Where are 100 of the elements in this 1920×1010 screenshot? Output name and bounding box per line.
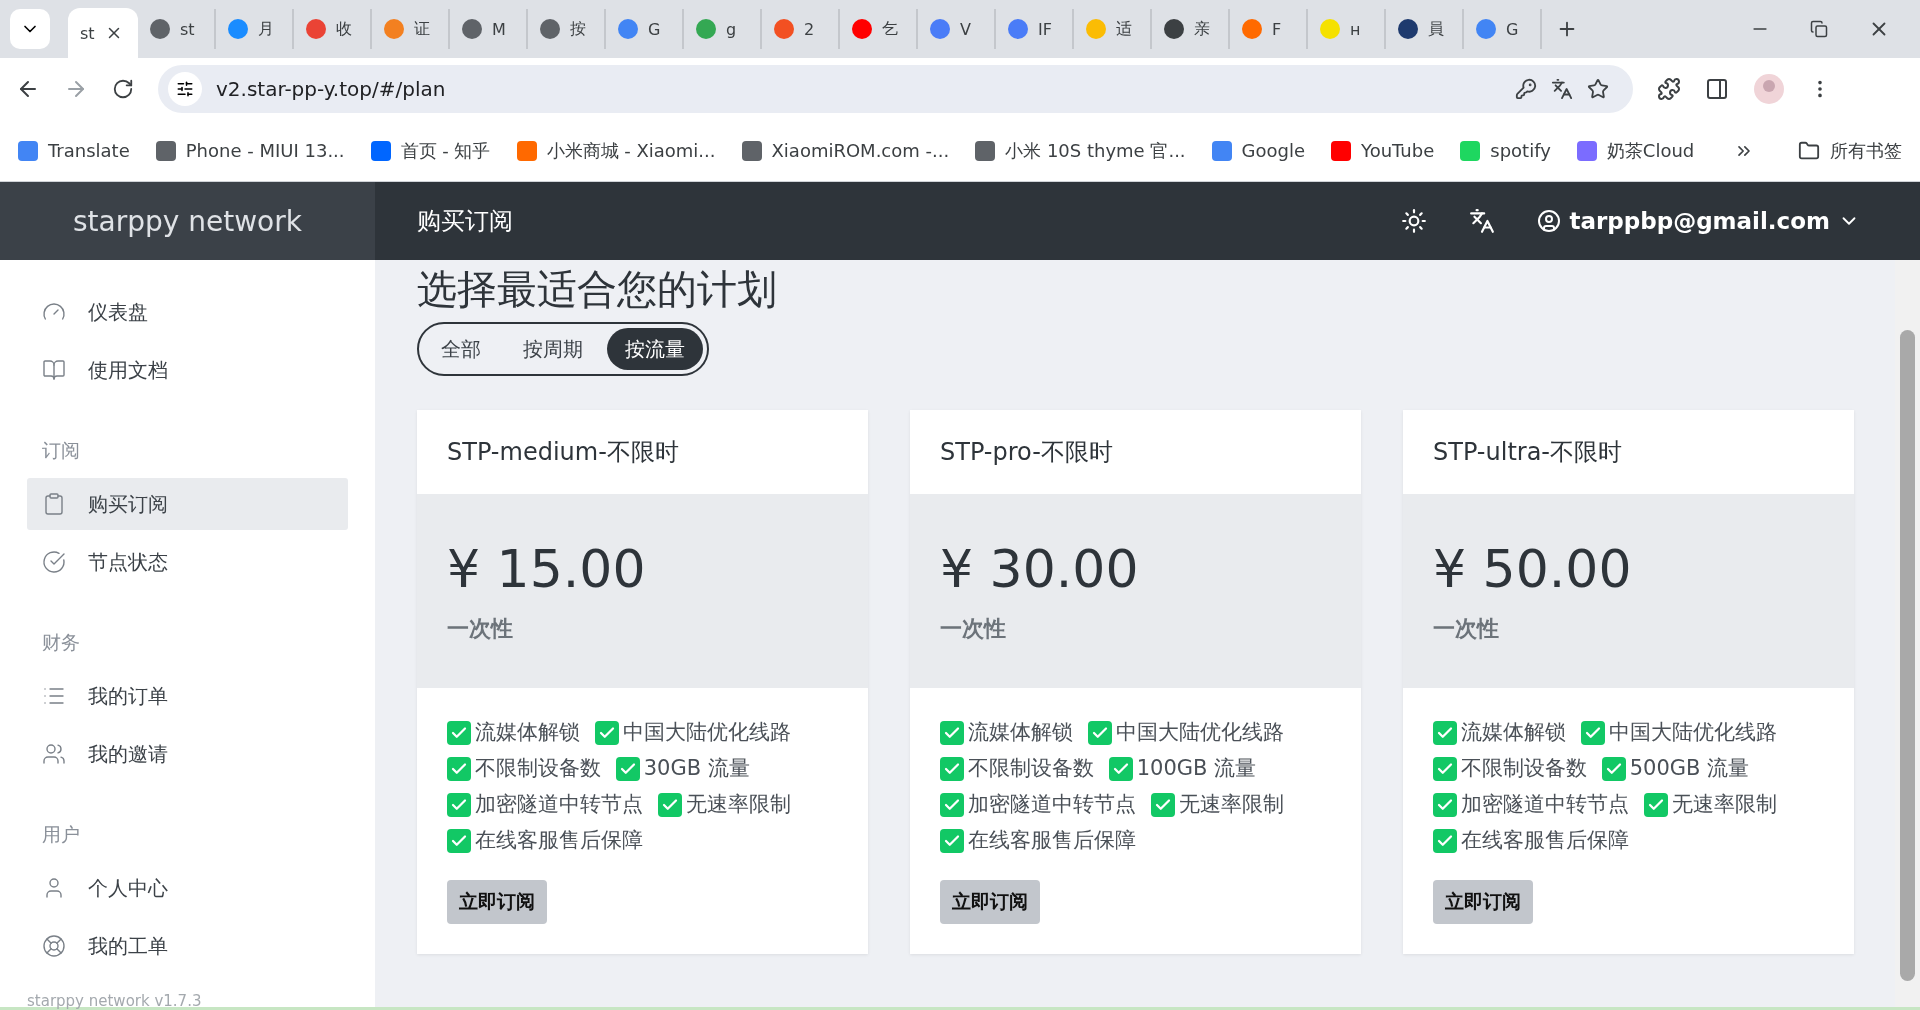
- bookmark[interactable]: 小米商城 - Xiaomi...: [516, 138, 716, 163]
- browser-tab[interactable]: 收: [294, 9, 372, 49]
- feature-text: 无速率限制: [1178, 792, 1284, 816]
- menu-item-icon: [42, 742, 66, 766]
- browser-tab[interactable]: 证: [372, 9, 450, 49]
- menu-item-icon: [42, 492, 66, 516]
- translate-icon[interactable]: [1551, 78, 1573, 100]
- sidebar-item[interactable]: 节点状态: [27, 536, 348, 588]
- bookmark[interactable]: Google: [1211, 140, 1306, 161]
- key-icon[interactable]: [1515, 78, 1537, 100]
- sidebar-item[interactable]: 我的订单: [27, 670, 348, 722]
- restore-icon[interactable]: [1810, 18, 1828, 40]
- bookmark[interactable]: Phone - MIUI 13...: [155, 140, 345, 161]
- browser-tab[interactable]: IF: [996, 9, 1074, 49]
- filter-tab[interactable]: 全部: [423, 328, 499, 370]
- plan-price: ¥ 15.00: [447, 538, 647, 600]
- star-icon[interactable]: [1587, 78, 1609, 100]
- browser-tab[interactable]: V: [918, 9, 996, 49]
- language-button[interactable]: [1469, 208, 1496, 234]
- browser-tab[interactable]: M: [450, 9, 528, 49]
- section-title: 订阅: [42, 438, 81, 463]
- browser-tab[interactable]: G: [1464, 9, 1542, 49]
- filter-tab[interactable]: 按流量: [607, 328, 703, 370]
- browser-tab[interactable]: G: [606, 9, 684, 49]
- check-icon: [1087, 721, 1112, 745]
- version-text: starppy network v1.7.3: [27, 992, 202, 1010]
- plan-period: 一次性: [447, 615, 514, 643]
- user-icon: [1537, 209, 1562, 233]
- side-panel-icon[interactable]: [1705, 77, 1729, 101]
- check-icon: [940, 757, 964, 781]
- sidebar-item[interactable]: 仪表盘: [27, 286, 348, 338]
- plan-period: 一次性: [1433, 615, 1500, 643]
- puzzle-icon[interactable]: [1657, 77, 1681, 101]
- all-bookmarks[interactable]: 所有书签: [1798, 138, 1902, 163]
- check-icon: [657, 793, 682, 817]
- browser-tab[interactable]: st: [138, 9, 216, 49]
- filter-tab[interactable]: 按周期: [505, 328, 601, 370]
- subscribe-button[interactable]: 立即订阅: [1433, 880, 1533, 924]
- browser-tab[interactable]: 适: [1074, 9, 1152, 49]
- subscribe-button[interactable]: 立即订阅: [447, 880, 547, 924]
- scrollbar[interactable]: [1895, 260, 1920, 1007]
- browser-tab[interactable]: F: [1230, 9, 1308, 49]
- feature-text: 流媒体解锁: [968, 720, 1073, 744]
- subscribe-button[interactable]: 立即订阅: [940, 880, 1040, 924]
- bookmark[interactable]: 小米 10S thyme 官...: [975, 138, 1186, 163]
- address-bar[interactable]: v2.star-pp-y.top/#/plan: [158, 65, 1633, 113]
- check-icon: [1433, 793, 1457, 817]
- check-icon: [1643, 793, 1668, 817]
- feature-text: 中国大陆优化线路: [1115, 720, 1284, 744]
- browser-tab[interactable]: 亲: [1152, 9, 1230, 49]
- check-icon: [1150, 793, 1175, 817]
- feature-text: 100GB 流量: [1136, 756, 1257, 780]
- check-icon: [594, 721, 619, 745]
- browser-tab[interactable]: н: [1308, 9, 1386, 49]
- feature-text: 加密隧道中转节点: [968, 792, 1136, 816]
- check-icon: [447, 829, 471, 853]
- feature-text: 加密隧道中转节点: [475, 792, 643, 816]
- sidebar-item[interactable]: 个人中心: [27, 862, 348, 914]
- browser-tab[interactable]: 按: [528, 9, 606, 49]
- sidebar-item[interactable]: 购买订阅: [27, 478, 348, 530]
- plan-name: STP-pro-不限时: [939, 437, 1114, 468]
- check-icon: [1433, 757, 1457, 781]
- browser-tab[interactable]: 月: [216, 9, 294, 49]
- browser-tab[interactable]: st: [68, 8, 138, 58]
- plan-period: 一次性: [940, 615, 1007, 643]
- browser-tab[interactable]: 乞: [840, 9, 918, 49]
- feature-text: 在线客服售后保障: [968, 828, 1136, 852]
- bookmark[interactable]: 奶茶Cloud: [1576, 138, 1695, 163]
- user-menu[interactable]: tarppbp@gmail.com: [1537, 208, 1860, 234]
- bookmark[interactable]: YouTube: [1331, 140, 1435, 161]
- feature-text: 在线客服售后保障: [475, 828, 643, 852]
- feature-text: 中国大陆优化线路: [622, 720, 791, 744]
- sidebar-item[interactable]: 我的邀请: [27, 728, 348, 780]
- plan-name: STP-ultra-不限时: [1432, 437, 1624, 468]
- translate-icon: [1469, 208, 1496, 234]
- browser-tab[interactable]: 2: [762, 9, 840, 49]
- bookmark[interactable]: Translate: [18, 140, 130, 161]
- bookmark[interactable]: 首页 - 知乎: [370, 138, 491, 163]
- theme-button[interactable]: [1401, 208, 1428, 234]
- check-icon: [447, 721, 471, 745]
- feature-text: 无速率限制: [1671, 792, 1777, 816]
- bookmark[interactable]: spotify: [1460, 140, 1551, 161]
- site-settings-icon[interactable]: [168, 72, 202, 106]
- check-icon: [1433, 721, 1457, 745]
- check-icon: [940, 793, 964, 817]
- bookmark[interactable]: XiaomiROM.com -...: [741, 140, 950, 161]
- section-title: 财务: [42, 630, 81, 655]
- menu-item-icon: [42, 550, 66, 574]
- browser-tab[interactable]: 員: [1386, 9, 1464, 49]
- sidebar-item[interactable]: 使用文档: [27, 344, 348, 396]
- sidebar-item[interactable]: 我的工单: [27, 920, 348, 972]
- scrollbar-thumb[interactable]: [1900, 330, 1915, 981]
- reload-icon[interactable]: [112, 78, 134, 100]
- check-icon: [1580, 721, 1605, 745]
- feature-text: 不限制设备数: [475, 756, 601, 780]
- browser-tab[interactable]: g: [684, 9, 762, 49]
- feature-text: 不限制设备数: [968, 756, 1094, 780]
- plan-name: STP-medium-不限时: [446, 437, 680, 468]
- feature-text: 流媒体解锁: [475, 720, 580, 744]
- feature-text: 加密隧道中转节点: [1461, 792, 1629, 816]
